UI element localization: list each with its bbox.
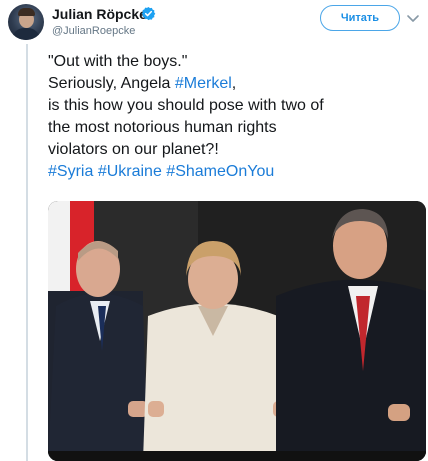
avatar-body: [12, 28, 40, 40]
avatar-hair: [18, 8, 35, 16]
avatar[interactable]: [8, 4, 44, 40]
hashtag-link[interactable]: #Ukraine: [98, 163, 162, 180]
tweet-line: the most notorious human rights: [48, 119, 277, 136]
author-handle[interactable]: @JulianRoepcke: [52, 25, 135, 37]
thread-line: [26, 44, 28, 461]
follow-button[interactable]: Читать: [320, 5, 400, 31]
hashtag-link[interactable]: #ShameOnYou: [166, 163, 274, 180]
tweet-line: "Out with the boys.": [48, 53, 188, 70]
verified-badge-icon: [141, 6, 156, 21]
tweet-line: is this how you should pose with two of: [48, 97, 324, 114]
tweet-photo[interactable]: [48, 201, 426, 461]
chevron-down-icon[interactable]: [404, 9, 422, 27]
tweet-text: "Out with the boys." Seriously, Angela #…: [48, 51, 418, 183]
tweet-line: Seriously, Angela #Merkel,: [48, 73, 418, 95]
author-name[interactable]: Julian Röpcke: [52, 6, 147, 22]
hashtag-link[interactable]: #Syria: [48, 163, 93, 180]
tweet-line: violators on our planet?!: [48, 141, 219, 158]
hashtag-row: #Syria #Ukraine #ShameOnYou: [48, 161, 418, 183]
hashtag-link[interactable]: #Merkel: [175, 75, 232, 92]
tweet-text-fragment: Seriously, Angela: [48, 75, 175, 92]
tweet-text-fragment: ,: [231, 75, 237, 92]
photo-illustration: [48, 201, 426, 461]
